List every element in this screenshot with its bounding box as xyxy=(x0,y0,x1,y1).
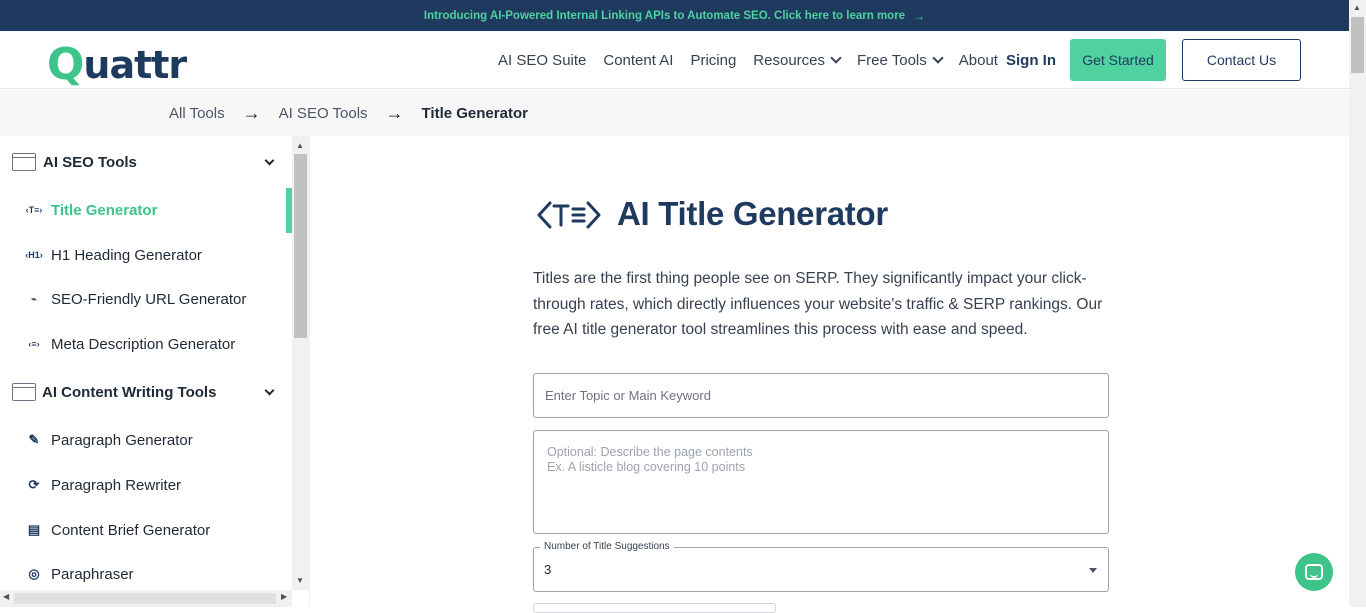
breadcrumb: All Tools → AI SEO Tools → Title Generat… xyxy=(0,90,1349,136)
tools-sidebar: AI SEO Tools ‹T≡› Title Generator ‹H1› H… xyxy=(0,136,292,590)
announcement-text[interactable]: Introducing AI-Powered Internal Linking … xyxy=(424,10,905,22)
sidebar-group-ai-seo-tools[interactable]: AI SEO Tools xyxy=(0,142,292,182)
scroll-up-icon[interactable]: ▲ xyxy=(296,141,304,150)
scroll-down-icon[interactable]: ▼ xyxy=(296,576,304,585)
nav-label: Pricing xyxy=(690,51,737,69)
sidebar-item-title-generator[interactable]: ‹T≡› Title Generator xyxy=(0,192,292,228)
title-suggestions-label: Number of Title Suggestions xyxy=(540,541,674,552)
scroll-up-icon[interactable]: ▲ xyxy=(1353,3,1361,12)
sidebar-item-label: Content Brief Generator xyxy=(51,521,211,539)
get-started-button[interactable]: Get Started xyxy=(1070,39,1166,81)
sidebar-item-label: Paragraph Rewriter xyxy=(51,476,182,494)
arrow-right-icon: → xyxy=(385,102,404,123)
arrow-right-icon: → xyxy=(913,8,926,23)
nav-label: Free Tools xyxy=(857,51,927,69)
sidebar-item-label: H1 Heading Generator xyxy=(51,246,202,264)
logo-text: uattr xyxy=(83,42,187,87)
nav-label: AI SEO Suite xyxy=(498,51,587,69)
meta-tag-icon: ‹≡› xyxy=(28,339,40,349)
sidebar-horizontal-scrollbar[interactable]: ◀ ▶ xyxy=(0,590,292,607)
sidebar-item-content-brief-generator[interactable]: ▤ Content Brief Generator xyxy=(0,512,292,548)
clipboard-icon: ▤ xyxy=(27,522,41,537)
topic-input[interactable] xyxy=(533,373,1109,418)
breadcrumb-title-generator: Title Generator xyxy=(421,104,528,122)
title-tag-icon: ‹T≡› xyxy=(25,205,43,215)
sidebar-item-url-generator[interactable]: ⌁ SEO-Friendly URL Generator xyxy=(0,281,292,317)
rewrite-icon: ⟳ xyxy=(28,477,40,492)
horizontal-scrollbar-thumb[interactable] xyxy=(14,593,276,604)
page-scrollbar[interactable]: ▲ xyxy=(1349,0,1366,607)
sidebar-item-h1-heading-generator[interactable]: ‹H1› H1 Heading Generator xyxy=(0,237,292,273)
generate-button[interactable] xyxy=(533,603,776,613)
chevron-down-icon xyxy=(932,52,944,64)
content-divider xyxy=(309,136,310,607)
sidebar-scrollbar-thumb[interactable] xyxy=(294,154,307,338)
sidebar-item-label: Paragraph Generator xyxy=(51,431,193,449)
breadcrumb-ai-seo-tools[interactable]: AI SEO Tools xyxy=(279,105,368,122)
announcement-bar[interactable]: Introducing AI-Powered Internal Linking … xyxy=(0,0,1349,31)
logo-q: Q xyxy=(47,39,84,90)
site-header: Quattr AI SEO Suite Content AI Pricing R… xyxy=(0,31,1349,90)
paraphrase-icon: ◎ xyxy=(28,566,40,581)
quattr-logo[interactable]: Quattr xyxy=(47,39,187,90)
title-generator-icon xyxy=(537,201,601,229)
chat-launcher-button[interactable] xyxy=(1295,553,1333,591)
sidebar-item-label: Paraphraser xyxy=(51,565,134,583)
sidebar-group-label: AI Content Writing Tools xyxy=(42,383,217,401)
page-title: AI Title Generator xyxy=(617,195,888,232)
chevron-down-icon xyxy=(830,52,842,64)
chevron-down-icon[interactable] xyxy=(264,385,275,395)
breadcrumb-all-tools[interactable]: All Tools xyxy=(169,105,225,122)
scroll-right-icon[interactable]: ▶ xyxy=(281,592,287,601)
nav-label: About xyxy=(958,51,998,69)
tool-description: Titles are the first thing people see on… xyxy=(533,270,1103,338)
nav-about[interactable]: About xyxy=(959,52,998,69)
nav-pricing[interactable]: Pricing xyxy=(690,52,736,69)
document-edit-icon xyxy=(12,383,36,401)
title-suggestions-select[interactable] xyxy=(533,547,1109,592)
arrow-right-icon: → xyxy=(242,102,261,123)
sidebar-group-ai-content-writing-tools[interactable]: AI Content Writing Tools xyxy=(0,372,292,412)
nav-content-ai[interactable]: Content AI xyxy=(603,52,673,69)
sidebar-item-paragraph-generator[interactable]: ✎ Paragraph Generator xyxy=(0,422,292,458)
sidebar-item-label: Meta Description Generator xyxy=(51,335,236,353)
nav-label: Resources xyxy=(753,51,825,69)
title-suggestions-value: 3 xyxy=(544,562,552,577)
nav-label: Content AI xyxy=(603,51,674,69)
sign-in-link[interactable]: Sign In xyxy=(1006,31,1056,89)
sidebar-item-label: Title Generator xyxy=(51,201,158,219)
sidebar-item-paragraph-rewriter[interactable]: ⟳ Paragraph Rewriter xyxy=(0,467,292,503)
caret-down-icon[interactable] xyxy=(1089,568,1097,573)
sidebar-item-meta-description-generator[interactable]: ‹≡› Meta Description Generator xyxy=(0,326,292,362)
page-scrollbar-thumb[interactable] xyxy=(1351,17,1364,73)
main-nav: AI SEO Suite Content AI Pricing Resource… xyxy=(498,31,1015,89)
sidebar-item-paraphraser[interactable]: ◎ Paraphraser xyxy=(0,556,292,590)
chat-bubble-icon xyxy=(1305,564,1323,580)
nav-ai-seo-suite[interactable]: AI SEO Suite xyxy=(498,52,586,69)
scroll-left-icon[interactable]: ◀ xyxy=(3,592,9,601)
link-icon: ⌁ xyxy=(31,293,37,304)
nav-free-tools[interactable]: Free Tools xyxy=(857,51,944,69)
contact-us-button[interactable]: Contact Us xyxy=(1182,39,1301,81)
sidebar-group-label: AI SEO Tools xyxy=(43,153,137,171)
sidebar-item-label: SEO-Friendly URL Generator xyxy=(51,290,247,308)
nav-resources[interactable]: Resources xyxy=(753,51,842,69)
chevron-down-icon[interactable] xyxy=(264,155,275,165)
page-description-textarea[interactable] xyxy=(533,430,1109,534)
h1-tag-icon: ‹H1› xyxy=(25,250,43,260)
code-window-icon xyxy=(12,153,36,171)
pen-icon: ✎ xyxy=(28,432,40,447)
